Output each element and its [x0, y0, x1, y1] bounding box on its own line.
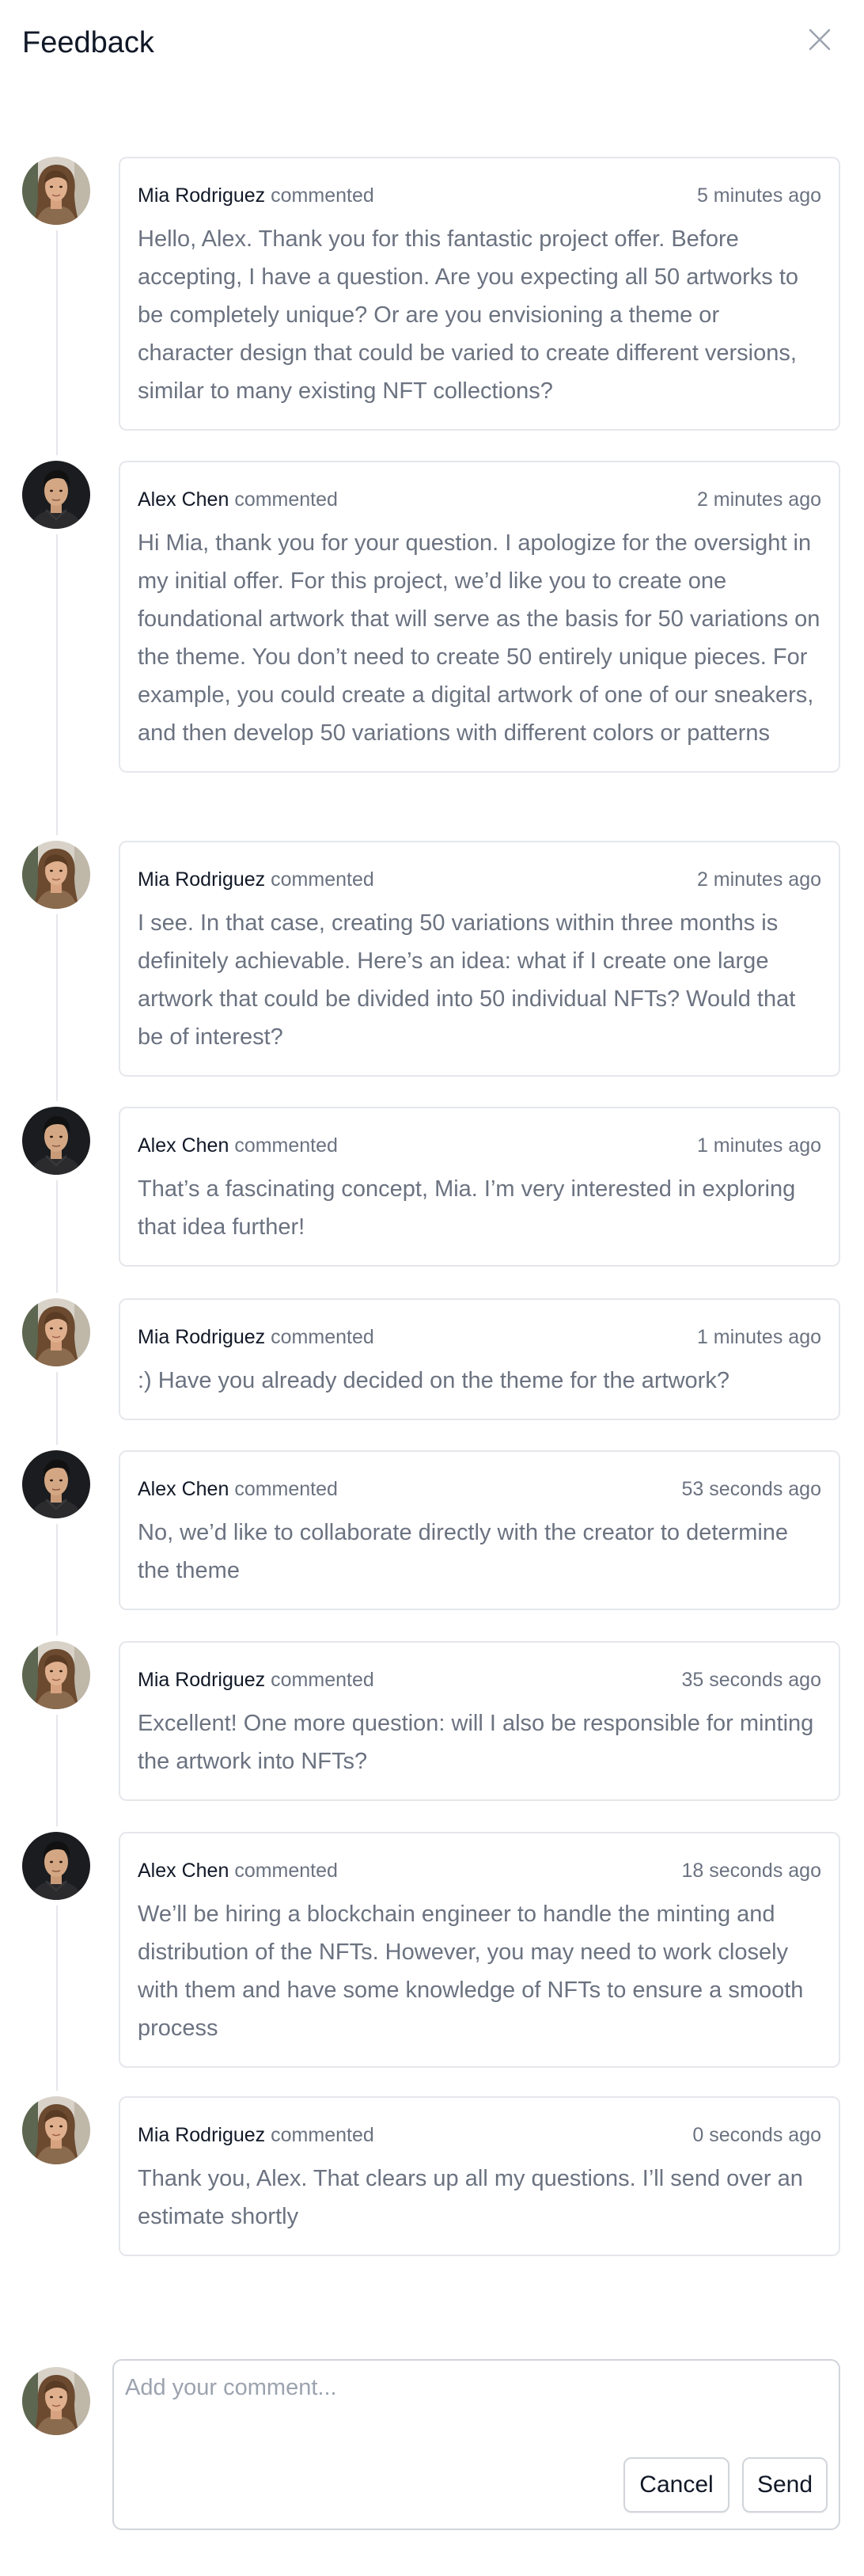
comment-card: Mia Rodriguez commented 5 minutes ago Hell…	[119, 157, 840, 431]
comment-byline: Mia Rodriguez commented	[138, 1325, 374, 1349]
comment-text: Excellent! One more question: will I als…	[138, 1711, 814, 1774]
comment-verb: commented	[234, 488, 338, 511]
comment-text: That’s a fascinating concept, Mia. I’m v…	[138, 1176, 796, 1240]
comment-timestamp: 1 minutes ago	[696, 1326, 821, 1348]
comment-text: We’ll be hiring a blockchain engineer to…	[138, 1902, 804, 2041]
avatar	[22, 1641, 90, 1709]
comment-byline: Mia Rodriguez commented	[138, 2123, 374, 2147]
header: Feedback	[0, 0, 864, 87]
avatar	[22, 2367, 90, 2435]
cancel-button[interactable]: Cancel	[623, 2457, 729, 2513]
comment-verb: commented	[234, 1860, 338, 1882]
comment-box: Cancel Send	[112, 2359, 840, 2530]
comment-author: Alex Chen	[138, 1478, 229, 1500]
comment-verb: commented	[271, 868, 374, 891]
comment-timestamp: 1 minutes ago	[696, 1134, 821, 1157]
comment-timestamp: 2 minutes ago	[696, 488, 821, 511]
comment-author: Mia Rodriguez	[138, 2124, 266, 2146]
comment-verb: commented	[271, 1669, 374, 1691]
comment-card: Mia Rodriguez commented 1 minutes ago :) H…	[119, 1298, 840, 1420]
comment-card: Alex Chen commented 1 minutes ago That’s a…	[119, 1107, 840, 1267]
comment-timestamp: 18 seconds ago	[681, 1860, 821, 1882]
comment-meta: Mia Rodriguez commented 5 minutes ago	[138, 184, 821, 207]
comment-meta: Mia Rodriguez commented 2 minutes ago	[138, 868, 821, 891]
comment-meta: Alex Chen commented 2 minutes ago	[138, 488, 821, 511]
comment-verb: commented	[234, 1134, 338, 1157]
page-title: Feedback	[22, 26, 154, 59]
comment-text: Hello, Alex. Thank you for this fantasti…	[138, 226, 799, 404]
comment-meta: Mia Rodriguez commented 1 minutes ago	[138, 1325, 821, 1349]
comment-timestamp: 5 minutes ago	[696, 184, 821, 207]
close-button[interactable]	[804, 24, 836, 55]
comment-byline: Alex Chen commented	[138, 1859, 338, 1883]
comment-byline: Mia Rodriguez commented	[138, 868, 374, 891]
comment-card: Mia Rodriguez commented 2 minutes ago I se…	[119, 841, 840, 1077]
avatar	[22, 1298, 90, 1366]
comment-text: I see. In that case, creating 50 variati…	[138, 910, 796, 1050]
comment-byline: Alex Chen commented	[138, 488, 338, 511]
comment-meta: Mia Rodriguez commented 0 seconds ago	[138, 2123, 821, 2147]
comment-meta: Alex Chen commented 18 seconds ago	[138, 1859, 821, 1883]
comment-text: Hi Mia, thank you for your question. I a…	[138, 530, 820, 746]
comment-timestamp: 2 minutes ago	[696, 868, 821, 891]
comment-verb: commented	[271, 1326, 374, 1348]
comment-text: Thank you, Alex. That clears up all my q…	[138, 2166, 803, 2229]
comment-input[interactable]	[122, 2369, 824, 2454]
comment-card: Mia Rodriguez commented 35 seconds ago Exc…	[119, 1641, 840, 1801]
comment-meta: Mia Rodriguez commented 35 seconds ago	[138, 1668, 821, 1692]
comment-verb: commented	[271, 184, 374, 207]
avatar	[22, 157, 90, 225]
comment-author: Alex Chen	[138, 488, 229, 511]
comment-verb: commented	[234, 1478, 338, 1500]
avatar	[22, 1107, 90, 1175]
comment-byline: Alex Chen commented	[138, 1477, 338, 1501]
comment-timestamp: 53 seconds ago	[681, 1478, 821, 1500]
comment-meta: Alex Chen commented 1 minutes ago	[138, 1134, 821, 1157]
comment-timestamp: 35 seconds ago	[681, 1669, 821, 1691]
comment-byline: Mia Rodriguez commented	[138, 184, 374, 207]
comment-meta: Alex Chen commented 53 seconds ago	[138, 1477, 821, 1501]
comment-author: Alex Chen	[138, 1134, 229, 1157]
comment-author: Mia Rodriguez	[138, 1326, 266, 1348]
comment-author: Mia Rodriguez	[138, 1669, 266, 1691]
comment-text: No, we’d like to collaborate directly wi…	[138, 1520, 789, 1583]
avatar	[22, 2096, 90, 2164]
comment-author: Alex Chen	[138, 1860, 229, 1882]
avatar	[22, 841, 90, 909]
comment-author: Mia Rodriguez	[138, 184, 266, 207]
comment-card: Alex Chen commented 2 minutes ago Hi Mia, …	[119, 461, 840, 773]
comment-card: Alex Chen commented 53 seconds ago No, we’…	[119, 1450, 840, 1610]
avatar	[22, 1832, 90, 1900]
comment-card: Alex Chen commented 18 seconds ago We’ll b…	[119, 1832, 840, 2068]
comment-timestamp: 0 seconds ago	[692, 2124, 821, 2146]
avatar	[22, 1450, 90, 1518]
send-button[interactable]: Send	[742, 2457, 828, 2513]
comment-card: Mia Rodriguez commented 0 seconds ago Than…	[119, 2096, 840, 2256]
comment-byline: Mia Rodriguez commented	[138, 1668, 374, 1692]
close-icon	[809, 28, 831, 51]
comment-byline: Alex Chen commented	[138, 1134, 338, 1157]
avatar	[22, 461, 90, 529]
comment-author: Mia Rodriguez	[138, 868, 266, 891]
comment-verb: commented	[271, 2124, 374, 2146]
comment-text: :) Have you already decided on the theme…	[138, 1368, 729, 1393]
